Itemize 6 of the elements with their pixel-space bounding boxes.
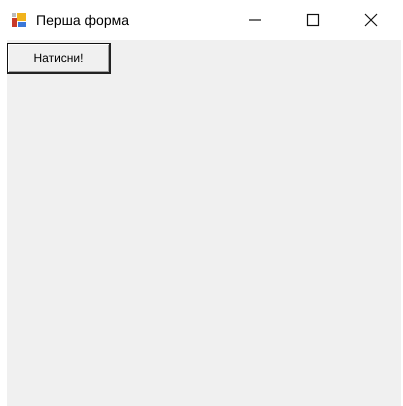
- close-icon: [364, 13, 378, 27]
- maximize-icon: [306, 13, 320, 27]
- press-button[interactable]: Натисни!: [7, 43, 111, 74]
- minimize-icon: [249, 19, 261, 21]
- app-icon: [11, 12, 27, 28]
- window-title: Перша форма: [36, 12, 130, 28]
